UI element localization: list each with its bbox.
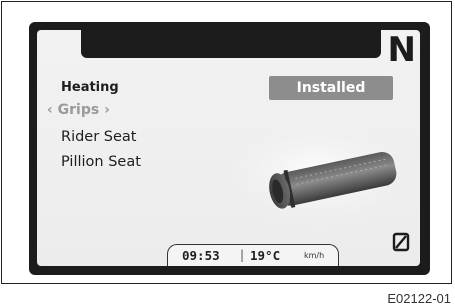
slashed-zero-icon xyxy=(392,232,410,252)
figure-frame: N Heating ‹ Grips › Rider Seat Pillion S… xyxy=(1,1,452,284)
status-badge: Installed xyxy=(269,76,393,100)
top-status-bar xyxy=(81,30,381,58)
clock-readout: 09:53 xyxy=(182,248,220,263)
temperature-readout: 19°C xyxy=(250,248,281,263)
menu-item-grips[interactable]: ‹ Grips › xyxy=(47,102,110,118)
tft-screen: N Heating ‹ Grips › Rider Seat Pillion S… xyxy=(37,30,420,266)
figure-reference-code: E02122-01 xyxy=(387,291,451,306)
heated-grip-icon xyxy=(219,116,415,232)
gear-indicator: N xyxy=(387,30,416,70)
speed-unit: km/h xyxy=(304,251,325,260)
readout-separator: | xyxy=(240,248,245,262)
menu-item-pillion-seat[interactable]: Pillion Seat xyxy=(61,154,141,170)
menu-item-rider-seat[interactable]: Rider Seat xyxy=(61,129,137,145)
menu-title: Heating xyxy=(61,80,119,95)
clock-temperature-panel: 09:53 | 19°C km/h xyxy=(167,244,339,266)
